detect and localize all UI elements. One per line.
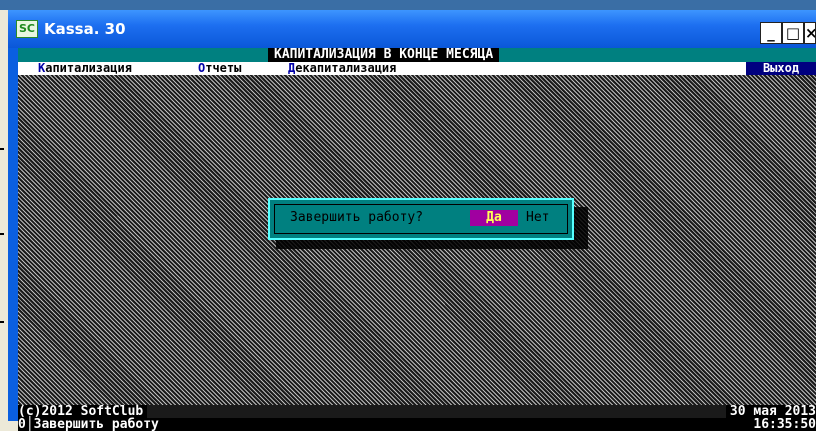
menu-bar: Капитализация Отчеты Декапитализация Вых… [18,62,816,75]
status-hint: 0│Завершить работу [18,417,159,431]
desktop-edge-mark [0,148,4,150]
status-line-hint: 0│Завершить работу 16:35:50 [18,418,816,431]
maximize-button[interactable]: □ [782,22,804,44]
menu-item-label: тчеты [205,61,242,75]
minimize-button[interactable]: _ [760,22,782,44]
current-time: 16:35:50 [753,417,816,431]
no-button[interactable]: Нет [526,210,549,226]
window-title: Kassa. 30 [44,20,126,38]
menu-item-dekapitalizatsiya[interactable]: Декапитализация [288,62,396,75]
menu-item-kapitalizatsiya[interactable]: Капитализация [38,62,132,75]
exit-confirm-dialog: Завершить работу? Да Нет [268,198,574,240]
desktop-strip [0,0,816,10]
exit-menu-button[interactable]: Выход [746,62,816,75]
desktop-edge-mark [0,321,4,323]
menu-item-label: апитализация [45,61,132,75]
header-bar: КАПИТАЛИЗАЦИЯ В КОНЦЕ МЕСЯЦА [18,48,816,62]
dialog-question: Завершить работу? [290,210,424,225]
menu-item-otchety[interactable]: Отчеты [198,62,241,75]
app-icon[interactable]: SC [16,20,38,38]
desktop-edge-mark [0,233,4,235]
yes-button[interactable]: Да [470,210,518,226]
screen-title: КАПИТАЛИЗАЦИЯ В КОНЦЕ МЕСЯЦА [268,48,500,62]
window-titlebar[interactable]: SC Kassa. 30 _ □ × [8,10,816,48]
menu-item-label: екапитализация [295,61,397,75]
kassa-window: SC Kassa. 30 _ □ × КАПИТАЛИЗАЦИЯ В КОНЦЕ… [8,10,816,431]
console-area: КАПИТАЛИЗАЦИЯ В КОНЦЕ МЕСЯЦА Капитализац… [18,48,816,431]
close-button[interactable]: × [804,22,816,44]
